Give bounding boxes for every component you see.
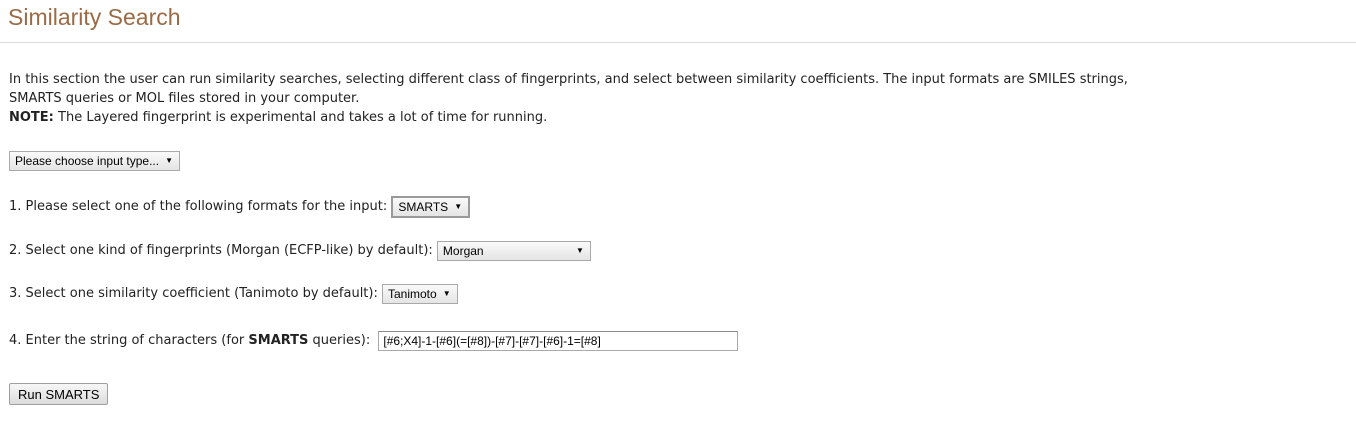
intro-section: In this section the user can run similar…	[9, 70, 1339, 127]
format-select[interactable]: SMARTS ▼	[391, 196, 471, 218]
query-string-label: 4. Enter the string of characters (for S…	[9, 333, 374, 348]
query-string-row: 4. Enter the string of characters (for S…	[9, 331, 739, 352]
coefficient-select[interactable]: Tanimoto ▼	[382, 284, 458, 304]
intro-text: In this section the user can run similar…	[9, 70, 1339, 108]
query-label-start: 4. Enter the string of characters (for	[9, 333, 249, 348]
dropdown-arrow-icon: ▼	[576, 246, 584, 255]
query-label-end: queries):	[308, 333, 375, 348]
note-text: The Layered fingerprint is experimental …	[53, 110, 548, 125]
dropdown-arrow-icon: ▼	[165, 156, 174, 165]
title-divider	[0, 42, 1356, 43]
note-label: NOTE:	[9, 110, 54, 125]
dropdown-arrow-icon: ▼	[454, 202, 463, 211]
format-row: 1. Please select one of the following fo…	[9, 196, 471, 218]
coefficient-row: 3. Select one similarity coefficient (Ta…	[9, 284, 458, 305]
fingerprint-select[interactable]: Morgan ▼	[436, 241, 591, 261]
intro-line-1: In this section the user can run similar…	[9, 72, 1128, 87]
fingerprint-row: 2. Select one kind of fingerprints (Morg…	[9, 241, 591, 262]
input-type-select[interactable]: Please choose input type... ▼	[9, 151, 181, 171]
note-paragraph: NOTE: The Layered fingerprint is experim…	[9, 108, 1339, 127]
fingerprint-select-value: Morgan	[442, 244, 484, 258]
query-label-smarts: SMARTS	[248, 333, 309, 348]
format-select-value: SMARTS	[398, 200, 449, 214]
intro-line-2: SMARTS queries or MOL files stored in yo…	[9, 91, 360, 106]
fingerprint-label: 2. Select one kind of fingerprints (Morg…	[9, 243, 437, 258]
format-label: 1. Please select one of the following fo…	[9, 199, 392, 214]
input-type-row: Please choose input type... ▼	[9, 151, 181, 172]
coefficient-select-value: Tanimoto	[388, 287, 437, 301]
run-smarts-button[interactable]: Run SMARTS	[9, 383, 109, 405]
coefficient-label: 3. Select one similarity coefficient (Ta…	[9, 286, 382, 301]
run-row: Run SMARTS	[9, 383, 109, 406]
page-title: Similarity Search	[8, 4, 181, 30]
dropdown-arrow-icon: ▼	[442, 289, 451, 298]
input-type-select-value: Please choose input type...	[15, 154, 160, 168]
smarts-query-input[interactable]	[378, 331, 739, 351]
